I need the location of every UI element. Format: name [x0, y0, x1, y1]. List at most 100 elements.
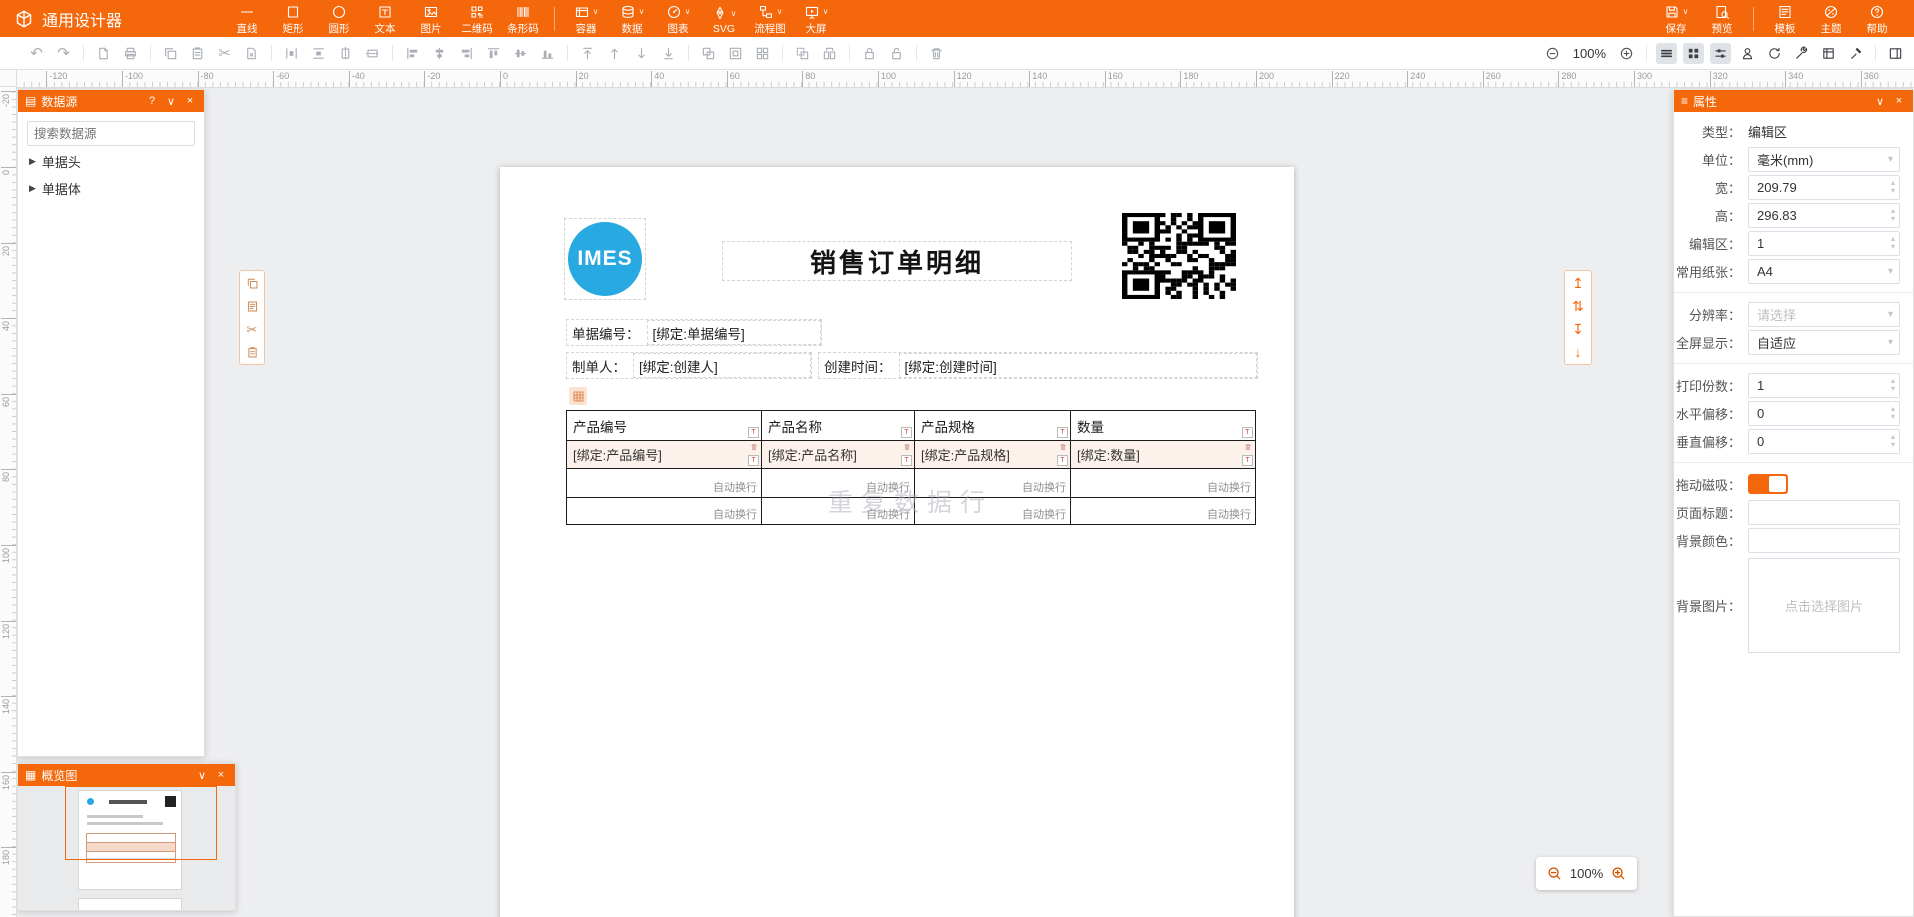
- to-back-button[interactable]: [658, 43, 679, 64]
- tree-item-doc-header[interactable]: ▶单据头: [27, 146, 195, 173]
- zoom-in-button[interactable]: [1616, 43, 1637, 64]
- binding-cell[interactable]: [绑定:数量]T: [1071, 441, 1256, 469]
- stepper-arrows[interactable]: ▴▾: [1891, 405, 1895, 421]
- stepper-arrows[interactable]: ▴▾: [1891, 377, 1895, 393]
- stepper-arrows[interactable]: ▴▾: [1891, 433, 1895, 449]
- tools-button[interactable]: [1791, 43, 1812, 64]
- grid-block-button[interactable]: [752, 43, 773, 64]
- cut-button[interactable]: ✂: [214, 43, 235, 64]
- align-bottom-button[interactable]: [537, 43, 558, 64]
- autowrap-cell[interactable]: 自动换行: [915, 469, 1071, 498]
- redo-button[interactable]: ↷: [53, 43, 74, 64]
- copy-style-button[interactable]: [244, 344, 260, 360]
- align-right-button[interactable]: [456, 43, 477, 64]
- to-top-button[interactable]: ↥: [1572, 276, 1584, 290]
- properties-collapse-button[interactable]: ∨: [1873, 95, 1887, 108]
- lock-button[interactable]: [859, 43, 880, 64]
- ungroup-button[interactable]: [792, 43, 813, 64]
- tool-preview-button[interactable]: 预览: [1699, 1, 1745, 36]
- tree-item-doc-body[interactable]: ▶单据体: [27, 173, 195, 200]
- table-header-cell[interactable]: 产品规格T: [915, 411, 1071, 441]
- user-button[interactable]: [1737, 43, 1758, 64]
- tool-image-button[interactable]: 图片: [408, 1, 454, 36]
- trash-button[interactable]: [926, 43, 947, 64]
- center-h-button[interactable]: [335, 43, 356, 64]
- autowrap-cell[interactable]: 自动换行: [762, 469, 915, 498]
- move-down-button[interactable]: ↓: [1575, 345, 1582, 359]
- design-canvas[interactable]: IMES 销售订单明细 单据编号： [绑定:单据编号] 制单人： [绑定:创建人…: [17, 87, 1673, 917]
- components-button[interactable]: [1683, 43, 1704, 64]
- prop-stepper-print-copies[interactable]: 1: [1748, 373, 1900, 398]
- tool-template-button[interactable]: 模板: [1762, 1, 1808, 36]
- field-create-time[interactable]: 创建时间： [绑定:创建时间]: [818, 352, 1258, 379]
- dist-v-button[interactable]: [308, 43, 329, 64]
- tool-line-button[interactable]: 直线: [224, 1, 270, 36]
- title-element[interactable]: 销售订单明细: [722, 241, 1072, 281]
- to-bottom-button[interactable]: ↧: [1572, 322, 1584, 336]
- chevron-right-icon[interactable]: ▶: [29, 183, 36, 194]
- binding-cell[interactable]: [绑定:产品名称]T: [762, 441, 915, 469]
- center-v-button[interactable]: [362, 43, 383, 64]
- table-drag-handle-icon[interactable]: [569, 387, 587, 405]
- tool-text-button[interactable]: 文本: [362, 1, 408, 36]
- binding-cell[interactable]: [绑定:产品编号]T: [567, 441, 762, 469]
- history-button[interactable]: [1764, 43, 1785, 64]
- properties-close-button[interactable]: ×: [1892, 95, 1906, 107]
- product-table[interactable]: 产品编号T产品名称T产品规格T数量T[绑定:产品编号]T[绑定:产品名称]T[绑…: [566, 410, 1256, 525]
- prop-stepper-v-offset[interactable]: 0: [1748, 429, 1900, 454]
- tool-svg-button[interactable]: ∨SVG: [701, 3, 747, 35]
- tool-save-button[interactable]: ∨保存: [1653, 1, 1699, 36]
- datasource-search-input[interactable]: [27, 121, 195, 146]
- field-create-time-binding[interactable]: [绑定:创建时间]: [899, 353, 1258, 378]
- field-doc-no[interactable]: 单据编号： [绑定:单据编号]: [566, 319, 822, 346]
- autowrap-cell[interactable]: 自动换行: [915, 498, 1071, 525]
- prop-imagebox-bg-image[interactable]: 点击选择图片: [1748, 558, 1900, 653]
- tool-circle-button[interactable]: 圆形: [316, 1, 362, 36]
- autowrap-cell[interactable]: 自动换行: [1071, 498, 1256, 525]
- to-front-button[interactable]: [577, 43, 598, 64]
- delete-binding-icon[interactable]: [1059, 443, 1067, 451]
- prop-select-paper[interactable]: A4: [1748, 259, 1900, 284]
- binding-cell[interactable]: [绑定:产品规格]T: [915, 441, 1071, 469]
- combine-button[interactable]: [725, 43, 746, 64]
- delete-binding-icon[interactable]: [903, 443, 911, 451]
- datasource-close-button[interactable]: ×: [183, 95, 197, 107]
- prop-toggle-drag-snap[interactable]: [1748, 474, 1788, 494]
- layers-button[interactable]: [1656, 43, 1677, 64]
- stepper-arrows[interactable]: ▴▾: [1891, 235, 1895, 251]
- overview-viewport-rect[interactable]: [65, 786, 217, 860]
- autowrap-cell[interactable]: 自动换行: [567, 469, 762, 498]
- stepper-arrows[interactable]: ▴▾: [1891, 179, 1895, 195]
- align-top-button[interactable]: [483, 43, 504, 64]
- move-down-button[interactable]: [631, 43, 652, 64]
- autowrap-cell[interactable]: 自动换行: [762, 498, 915, 525]
- prop-select-fullscreen[interactable]: 自适应: [1748, 330, 1900, 355]
- prop-stepper-h-offset[interactable]: 0: [1748, 401, 1900, 426]
- align-left-button[interactable]: [402, 43, 423, 64]
- tool-qrcode-button[interactable]: 二维码: [454, 1, 500, 36]
- unlock-button[interactable]: [886, 43, 907, 64]
- logo-element[interactable]: IMES: [564, 218, 646, 300]
- overview-collapse-button[interactable]: ∨: [195, 769, 209, 782]
- sliders-button[interactable]: [1710, 43, 1731, 64]
- dist-h-button[interactable]: [281, 43, 302, 64]
- tool-help-button[interactable]: 帮助: [1854, 1, 1900, 36]
- field-creator-binding[interactable]: [绑定:创建人]: [633, 353, 811, 378]
- datasource-collapse-button[interactable]: ∨: [164, 95, 178, 108]
- cut-button[interactable]: ✂: [244, 321, 260, 337]
- zoom-out-button[interactable]: [1542, 43, 1563, 64]
- prop-select-resolution[interactable]: 请选择: [1748, 302, 1900, 327]
- table-header-cell[interactable]: 数量T: [1071, 411, 1256, 441]
- print-button[interactable]: [120, 43, 141, 64]
- chevron-right-icon[interactable]: ▶: [29, 156, 36, 167]
- prop-input-bg-color[interactable]: [1748, 528, 1900, 553]
- delete-binding-icon[interactable]: [1244, 443, 1252, 451]
- report-page[interactable]: IMES 销售订单明细 单据编号： [绑定:单据编号] 制单人： [绑定:创建人…: [500, 167, 1294, 917]
- undo-button[interactable]: ↶: [26, 43, 47, 64]
- doc-new-button[interactable]: [93, 43, 114, 64]
- field-creator[interactable]: 制单人： [绑定:创建人]: [566, 352, 812, 379]
- tool-data-button[interactable]: ∨数据: [609, 1, 655, 36]
- copy-button[interactable]: [160, 43, 181, 64]
- tool-container-button[interactable]: ∨容器: [563, 1, 609, 36]
- table-header-cell[interactable]: 产品名称T: [762, 411, 915, 441]
